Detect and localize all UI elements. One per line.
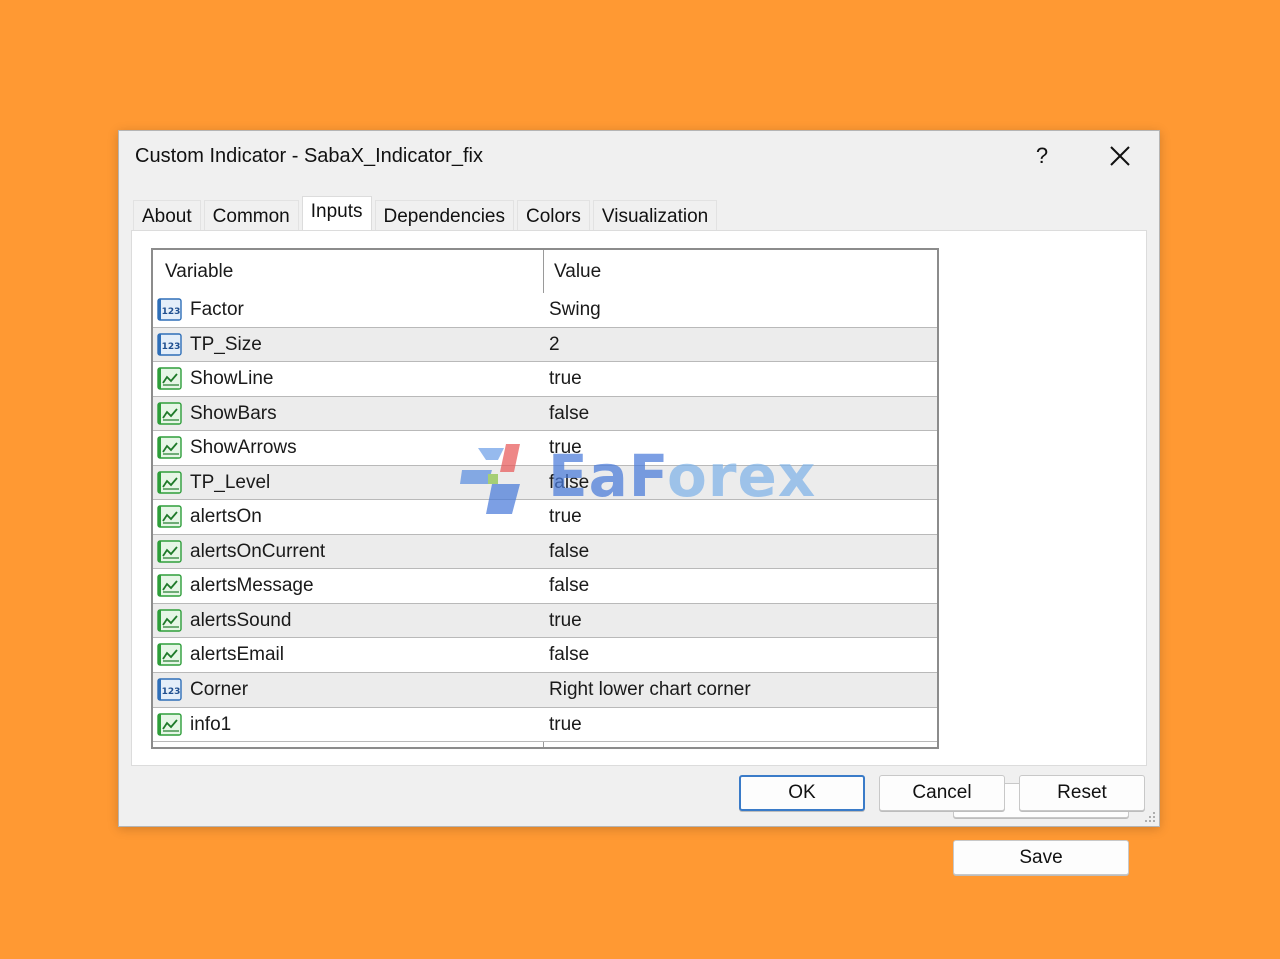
tab-dependencies[interactable]: Dependencies [374,200,514,231]
cancel-button[interactable]: Cancel [879,775,1005,811]
tab-colors[interactable]: Colors [516,200,590,231]
save-button[interactable]: Save [953,840,1129,875]
variable-name: alertsMessage [190,575,314,597]
bool-chart-icon [157,574,182,598]
variable-value[interactable]: false [549,472,589,494]
table-row[interactable]: ShowLine true [153,362,937,397]
variable-name: TP_Size [190,333,262,355]
reset-button[interactable]: Reset [1019,775,1145,811]
custom-indicator-dialog: Custom Indicator - SabaX_Indicator_fix ?… [118,130,1160,875]
variable-name: TP_Level [190,471,271,493]
bool-chart-icon [157,471,182,494]
variable-value[interactable]: Right lower chart corner [549,679,751,701]
numeric-123-icon: 123 [157,678,182,701]
svg-text:123: 123 [162,307,181,317]
bool-chart-icon [157,609,182,632]
bool-chart-icon [157,540,182,563]
bool-chart-icon [157,367,182,390]
close-icon [1110,146,1130,166]
variable-name: alertsOnCurrent [190,540,326,562]
table-row[interactable]: ShowArrows true [153,431,937,466]
table-row[interactable]: 123 Factor Swing [153,293,937,328]
variable-name: info1 [190,713,232,735]
variable-value[interactable]: false [549,644,589,666]
svg-text:123: 123 [162,342,181,352]
bool-chart-icon [157,401,182,425]
tab-inputs[interactable]: Inputs [301,196,372,230]
variable-value[interactable]: true [549,506,582,528]
table-row[interactable]: alertsMessage false [153,569,937,604]
numeric-123-icon: 123 [157,332,182,356]
tab-common[interactable]: Common [203,200,299,231]
table-row[interactable]: alertsOn true [153,500,937,535]
bool-chart-icon [157,505,182,528]
bool-chart-icon [157,436,182,459]
variable-name: Corner [190,679,249,701]
variable-value[interactable]: true [549,714,582,736]
table-row[interactable]: alertsOnCurrent false [153,534,937,570]
dialog-title: Custom Indicator - SabaX_Indicator_fix [135,145,483,167]
variable-name: ShowLine [190,368,274,390]
variable-value[interactable]: false [549,403,589,425]
variable-name: alertsOn [190,506,262,528]
variable-value[interactable]: true [549,437,582,459]
table-rows: 123 Factor Swing 123 TP_Size 2 ShowLine true Sho… [153,293,937,743]
column-header-value[interactable]: Value [554,261,601,283]
close-button[interactable] [1103,139,1137,173]
variable-value[interactable]: Swing [549,299,601,321]
table-row[interactable]: TP_Level false [153,465,937,501]
variable-value[interactable]: true [549,610,582,632]
variable-name: ShowBars [190,402,277,424]
help-button[interactable]: ? [1025,139,1059,173]
table-row[interactable]: alertsSound true [153,603,937,639]
numeric-123-icon: 123 [157,298,182,321]
variable-value[interactable]: false [549,575,589,597]
table-header: Variable Value [153,250,937,294]
resize-grip-icon[interactable] [1144,811,1156,823]
table-row[interactable]: ShowBars false [153,396,937,432]
ok-button[interactable]: OK [739,775,865,811]
table-row[interactable]: 123 TP_Size 2 [153,327,937,363]
tab-about[interactable]: About [133,200,201,231]
column-header-variable[interactable]: Variable [165,261,233,283]
title-bar: Custom Indicator - SabaX_Indicator_fix ? [119,131,1159,183]
variable-name: alertsSound [190,609,292,631]
table-row[interactable]: 123 Corner Right lower chart corner [153,673,937,708]
table-row[interactable]: info1 true [153,707,937,743]
variable-name: Factor [190,299,244,320]
variable-name: alertsEmail [190,644,284,666]
tab-bar: About Common Inputs Dependencies Colors … [133,196,718,231]
inputs-panel: Variable Value 123 Factor Swing 123 TP_Size 2… [131,230,1147,875]
variable-value[interactable]: 2 [549,334,560,356]
table-row[interactable]: alertsEmail false [153,638,937,674]
bool-chart-icon [157,643,182,667]
bool-chart-icon [157,712,182,736]
inputs-table: Variable Value 123 Factor Swing 123 TP_Size 2… [151,248,939,749]
variable-name: ShowArrows [190,437,297,459]
svg-text:123: 123 [162,687,181,697]
variable-value[interactable]: true [549,368,582,390]
tab-visualization[interactable]: Visualization [592,200,718,231]
variable-value[interactable]: false [549,541,589,563]
